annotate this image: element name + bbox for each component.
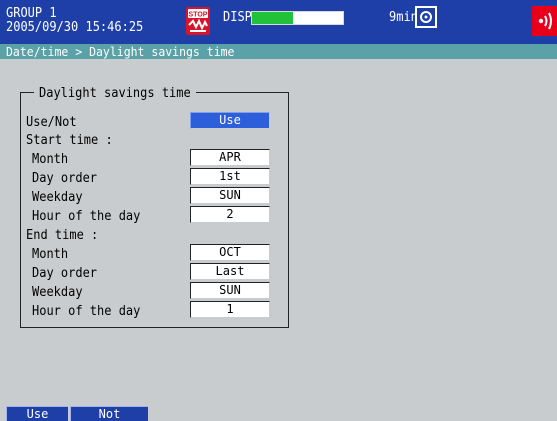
- end-weekday-field[interactable]: SUN: [190, 282, 270, 299]
- recorder-screen: GROUP 1 2005/09/30 15:46:25 STOP DISP 9m…: [0, 0, 557, 421]
- end-month-field[interactable]: OCT: [190, 244, 270, 261]
- end-hour-label: Hour of the day: [32, 303, 141, 319]
- start-day-order-field[interactable]: 1st: [190, 168, 270, 185]
- start-month-field[interactable]: APR: [190, 149, 270, 166]
- datetime-display: 2005/09/30 15:46:25: [6, 18, 144, 35]
- end-hour-field[interactable]: 1: [190, 301, 270, 318]
- memory-progress-fill: [252, 12, 293, 24]
- start-day-order-label: Day order: [32, 170, 98, 186]
- use-not-label: Use/Not: [26, 114, 77, 130]
- softkey-use[interactable]: Use: [6, 406, 68, 421]
- start-weekday-label: Weekday: [32, 189, 83, 205]
- end-day-order-label: Day order: [32, 265, 98, 281]
- end-month-label: Month: [32, 246, 69, 262]
- start-month-label: Month: [32, 151, 69, 167]
- start-hour-field[interactable]: 2: [190, 206, 270, 223]
- end-weekday-label: Weekday: [32, 284, 83, 300]
- start-hour-label: Hour of the day: [32, 208, 141, 224]
- time-remaining: 9min: [389, 8, 418, 25]
- stop-icon: STOP: [186, 7, 210, 35]
- breadcrumb: Date/time > Daylight savings time: [6, 43, 235, 60]
- start-time-heading: Start time :: [26, 132, 113, 148]
- alarm-icon: [532, 6, 557, 36]
- end-day-order-field[interactable]: Last: [190, 263, 270, 280]
- memory-progress-bar: [251, 11, 344, 25]
- group-title: Daylight savings time: [34, 85, 196, 101]
- disp-label: DISP: [223, 8, 252, 25]
- svg-text:STOP: STOP: [189, 12, 208, 19]
- breadcrumb-bar: Date/time > Daylight savings time: [0, 44, 557, 59]
- softkey-not[interactable]: Not: [70, 406, 148, 421]
- start-weekday-field[interactable]: SUN: [190, 187, 270, 204]
- use-not-field[interactable]: Use: [190, 112, 270, 129]
- status-bar: GROUP 1 2005/09/30 15:46:25 STOP DISP 9m…: [0, 0, 557, 44]
- settings-panel: Daylight savings time Use/Not Use Start …: [0, 59, 557, 421]
- media-icon: [415, 6, 437, 28]
- end-time-heading: End time :: [26, 227, 99, 243]
